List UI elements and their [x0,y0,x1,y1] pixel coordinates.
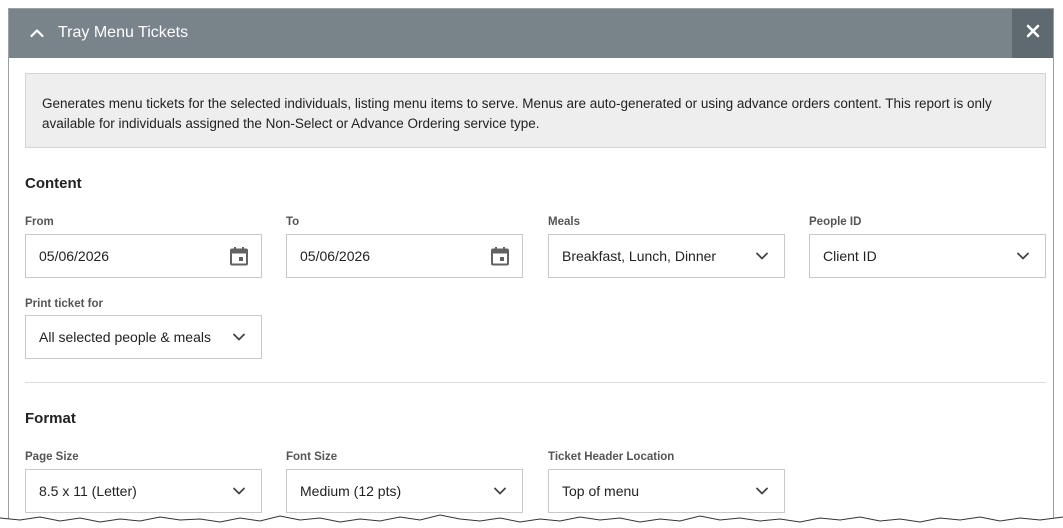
page-size-value: 8.5 x 11 (Letter) [39,483,137,499]
chevron-down-icon [752,246,772,266]
ticket-header-location-value: Top of menu [562,483,640,499]
from-date-field[interactable]: 05/06/2026 [25,234,262,278]
dialog-titlebar: Tray Menu Tickets [9,9,1053,58]
meals-value: Breakfast, Lunch, Dinner [562,248,717,264]
from-date-value: 05/06/2026 [39,248,110,264]
chevron-down-icon [229,327,249,347]
tray-menu-tickets-dialog: Tray Menu Tickets Generates menu tickets… [8,8,1054,528]
section-divider [25,382,1046,383]
content-heading: Content [25,175,82,192]
print-ticket-for-select[interactable]: All selected people & meals [25,315,262,359]
calendar-icon[interactable] [490,246,510,266]
people-id-label: People ID [809,216,862,228]
report-description: Generates menu tickets for the selected … [25,73,1046,148]
print-ticket-for-value: All selected people & meals [39,329,211,345]
chevron-down-icon [752,481,772,501]
to-date-field[interactable]: 05/06/2026 [286,234,523,278]
from-label: From [25,216,54,228]
font-size-label: Font Size [286,451,338,463]
to-date-value: 05/06/2026 [300,248,371,264]
chevron-down-icon [229,481,249,501]
to-label: To [286,216,300,228]
dialog-title: Tray Menu Tickets [58,24,189,41]
people-id-value: Client ID [823,248,877,264]
font-size-select[interactable]: Medium (12 pts) [286,469,523,513]
meals-select[interactable]: Breakfast, Lunch, Dinner [548,234,785,278]
chevron-up-icon[interactable] [29,25,45,41]
print-ticket-for-label: Print ticket for [25,298,103,310]
format-heading: Format [25,410,76,427]
meals-label: Meals [548,216,580,228]
page-size-select[interactable]: 8.5 x 11 (Letter) [25,469,262,513]
calendar-icon[interactable] [229,246,249,266]
chevron-down-icon [490,481,510,501]
font-size-value: Medium (12 pts) [300,483,402,499]
close-icon [1026,24,1040,43]
chevron-down-icon [1013,246,1033,266]
close-button[interactable] [1012,9,1053,58]
torn-edge [0,514,1063,528]
ticket-header-location-select[interactable]: Top of menu [548,469,785,513]
people-id-select[interactable]: Client ID [809,234,1046,278]
ticket-header-location-label: Ticket Header Location [548,451,675,463]
page-size-label: Page Size [25,451,79,463]
